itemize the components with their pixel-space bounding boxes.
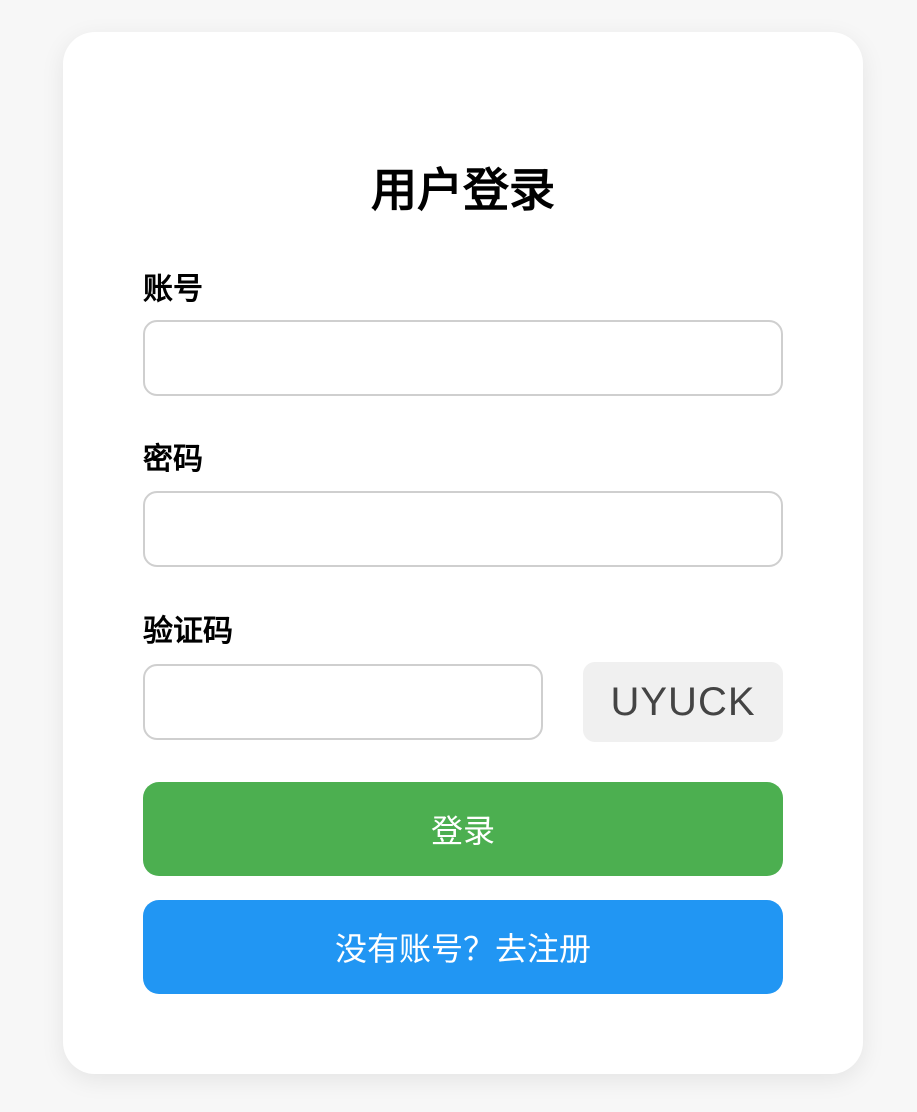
account-input[interactable] [143,320,783,396]
captcha-label: 验证码 [143,614,233,649]
register-button[interactable]: 没有账号？去注册 [143,900,783,994]
captcha-input[interactable] [143,664,543,740]
account-label: 账号 [143,272,203,307]
password-input[interactable] [143,491,783,567]
login-button[interactable]: 登录 [143,782,783,876]
page-title: 用户登录 [371,163,555,217]
login-card: 用户登录 账号 密码 验证码 UYUCK 登录 没有账号？去注册 [63,32,863,1074]
captcha-image[interactable]: UYUCK [583,662,783,742]
password-label: 密码 [143,442,203,477]
